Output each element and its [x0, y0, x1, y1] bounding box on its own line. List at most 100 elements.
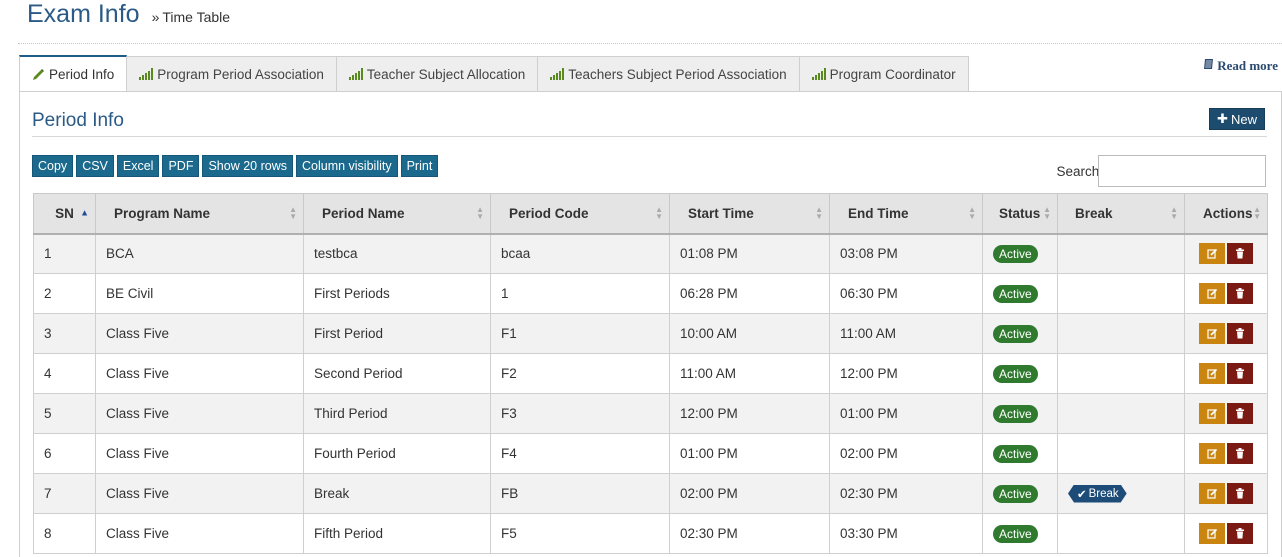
cell-status: Active — [982, 473, 1058, 514]
edit-button[interactable] — [1199, 283, 1225, 304]
column-header-end-time[interactable]: End Time ▲ ▼ — [829, 193, 983, 235]
show-rows-button[interactable]: Show 20 rows — [202, 155, 293, 177]
cell-actions — [1184, 233, 1268, 274]
column-header-period-name[interactable]: Period Name ▲ ▼ — [303, 193, 491, 235]
delete-button[interactable] — [1227, 323, 1253, 344]
edit-button[interactable] — [1199, 403, 1225, 424]
breadcrumb-separator-icon: » — [151, 9, 160, 25]
delete-button[interactable] — [1227, 523, 1253, 544]
tab-program-period-association[interactable]: Program Period Association — [127, 56, 337, 92]
cell-break — [1057, 513, 1185, 554]
cell-end-time: 12:00 PM — [829, 353, 983, 394]
csv-button[interactable]: CSV — [76, 155, 114, 177]
period-info-panel: Period Info ✚ New Copy CSV Excel PDF Sho… — [19, 91, 1282, 557]
pdf-button[interactable]: PDF — [162, 155, 200, 177]
cell-period-code: FB — [490, 473, 670, 514]
cell-period-name: Break — [303, 473, 491, 514]
cell-sn: 1 — [33, 233, 96, 274]
sort-icon: ▲ ▼ — [1043, 205, 1051, 222]
cell-period-name: First Period — [303, 313, 491, 354]
tab-teachers-subject-period-association[interactable]: Teachers Subject Period Association — [538, 56, 800, 92]
cell-actions — [1184, 273, 1268, 314]
cell-program-name: Class Five — [95, 473, 304, 514]
delete-button[interactable] — [1227, 363, 1253, 384]
cell-period-code: F4 — [490, 433, 670, 474]
column-header-start-time[interactable]: Start Time ▲ ▼ — [669, 193, 830, 235]
cell-end-time: 06:30 PM — [829, 273, 983, 314]
cell-actions — [1184, 473, 1268, 514]
periods-table: SN ▲ Program Name ▲ ▼ Period Name ▲ ▼ Period … — [33, 193, 1268, 554]
header-divider — [18, 43, 1282, 44]
sort-icon: ▲ ▼ — [1253, 205, 1261, 222]
cell-end-time: 02:00 PM — [829, 433, 983, 474]
table-row: 4 Class Five Second Period F2 11:00 AM 12:00 … — [33, 353, 1268, 394]
cell-status: Active — [982, 273, 1058, 314]
signal-bars-icon — [139, 68, 154, 80]
column-visibility-button[interactable]: Column visibility — [295, 155, 398, 177]
sort-icon: ▲ ▼ — [1170, 205, 1178, 222]
delete-button[interactable] — [1227, 403, 1253, 424]
cell-break — [1057, 233, 1185, 274]
sort-icon: ▲ ▼ — [655, 205, 663, 222]
cell-status: Active — [982, 513, 1058, 554]
table-header-row: SN ▲ Program Name ▲ ▼ Period Name ▲ ▼ Period … — [33, 193, 1268, 235]
sort-icon: ▲ ▼ — [815, 205, 823, 222]
cell-start-time: 11:00 AM — [669, 353, 830, 394]
column-header-program-name[interactable]: Program Name ▲ ▼ — [95, 193, 304, 235]
tab-label: Teacher Subject Allocation — [366, 66, 526, 82]
edit-button[interactable] — [1199, 363, 1225, 384]
tab-bar: Period Info Program Period Association T… — [19, 55, 969, 92]
tab-label: Program Coordinator — [829, 66, 956, 82]
cell-status: Active — [982, 353, 1058, 394]
cell-break — [1057, 393, 1185, 434]
edit-button[interactable] — [1199, 523, 1225, 544]
search-input[interactable] — [1098, 155, 1266, 187]
read-more-label: Read more — [1217, 58, 1278, 73]
edit-icon — [1206, 368, 1217, 379]
tab-label: Program Period Association — [157, 66, 324, 82]
edit-button[interactable] — [1199, 323, 1225, 344]
print-button[interactable]: Print — [400, 155, 439, 177]
delete-button[interactable] — [1227, 483, 1253, 504]
trash-icon — [1236, 248, 1244, 259]
cell-program-name: BCA — [95, 233, 304, 274]
status-badge: Active — [993, 444, 1038, 463]
cell-period-code: bcaa — [490, 233, 670, 274]
column-header-sn[interactable]: SN ▲ — [33, 193, 96, 235]
column-header-status[interactable]: Status ▲ ▼ — [982, 193, 1058, 235]
cell-program-name: Class Five — [95, 433, 304, 474]
cell-start-time: 10:00 AM — [669, 313, 830, 354]
cell-break — [1057, 273, 1185, 314]
signal-bars-icon — [550, 68, 565, 80]
column-header-actions[interactable]: Actions ▲ ▼ — [1184, 193, 1268, 235]
tab-label: Period Info — [49, 66, 115, 82]
export-toolbar: Copy CSV Excel PDF Show 20 rows Column v… — [32, 155, 439, 177]
cell-break — [1057, 313, 1185, 354]
cell-period-name: Fifth Period — [303, 513, 491, 554]
tab-period-info[interactable]: Period Info — [19, 55, 128, 92]
column-header-period-code[interactable]: Period Code ▲ ▼ — [490, 193, 670, 235]
cell-start-time: 12:00 PM — [669, 393, 830, 434]
cell-break — [1057, 433, 1185, 474]
column-header-break[interactable]: Break ▲ ▼ — [1057, 193, 1185, 235]
excel-button[interactable]: Excel — [116, 155, 160, 177]
sort-ascending-icon: ▲ — [80, 207, 89, 218]
trash-icon — [1236, 448, 1244, 459]
edit-button[interactable] — [1199, 443, 1225, 464]
copy-button[interactable]: Copy — [32, 155, 74, 177]
edit-button[interactable] — [1199, 483, 1225, 504]
delete-button[interactable] — [1227, 443, 1253, 464]
cell-actions — [1184, 513, 1268, 554]
read-more-link[interactable]: Read more — [1203, 58, 1278, 74]
tab-label: Teachers Subject Period Association — [568, 66, 787, 82]
edit-button[interactable] — [1199, 243, 1225, 265]
trash-icon — [1236, 368, 1244, 379]
cell-sn: 6 — [33, 433, 96, 474]
new-button[interactable]: ✚ New — [1209, 108, 1265, 130]
delete-button[interactable] — [1227, 283, 1253, 304]
tab-teacher-subject-allocation[interactable]: Teacher Subject Allocation — [336, 56, 539, 92]
plus-icon: ✚ — [1217, 111, 1228, 126]
tab-program-coordinator[interactable]: Program Coordinator — [799, 56, 969, 92]
cell-status: Active — [982, 233, 1058, 274]
delete-button[interactable] — [1227, 243, 1253, 265]
